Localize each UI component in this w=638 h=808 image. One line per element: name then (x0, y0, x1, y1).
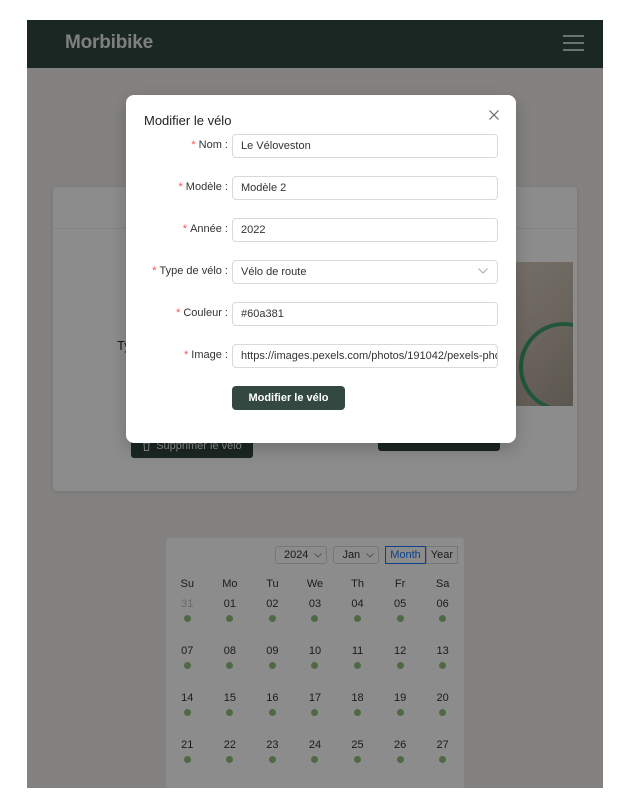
field-row-image: * Image : https://images.pexels.com/photo… (126, 344, 516, 368)
edit-bike-modal: Modifier le vélo * Nom : Le Véloveston * M… (126, 95, 516, 443)
required-asterisk: * (182, 223, 188, 235)
model-input[interactable]: Modèle 2 (232, 176, 498, 200)
name-value: Le Véloveston (241, 140, 311, 152)
field-label-model: * Modèle : (178, 181, 228, 193)
year-input-value: 2022 (241, 224, 266, 236)
required-asterisk: * (191, 139, 196, 151)
image-url-input[interactable]: https://images.pexels.com/photos/191042/… (232, 344, 498, 368)
color-input[interactable]: #60a381 (232, 302, 498, 326)
field-label-year: * Année : (182, 223, 228, 235)
field-label-color: * Couleur : (176, 307, 228, 319)
year-input[interactable]: 2022 (232, 218, 498, 242)
close-icon[interactable] (486, 107, 502, 123)
field-label-text: Modèle (185, 181, 222, 193)
bike-type-select[interactable]: Vélo de route (232, 260, 498, 284)
modal-overlay: Modifier le vélo * Nom : Le Véloveston * M… (0, 0, 638, 808)
edit-bike-submit-button[interactable]: Modifier le vélo (232, 386, 345, 410)
field-row-name: * Nom : Le Véloveston (126, 134, 516, 158)
name-input[interactable]: Le Véloveston (232, 134, 498, 158)
image-url-value: https://images.pexels.com/photos/191042/… (241, 350, 497, 362)
field-label-text: Couleur (183, 307, 222, 319)
field-label-text: Nom (198, 139, 222, 151)
color-value: #60a381 (241, 308, 284, 320)
field-label-text: Type de vélo (159, 265, 222, 277)
required-asterisk: * (152, 265, 157, 277)
field-label-text: Année (190, 223, 222, 235)
modal-title: Modifier le vélo (144, 113, 232, 128)
required-asterisk: * (178, 181, 183, 193)
model-value: Modèle 2 (241, 182, 287, 194)
field-label-bike-type: * Type de vélo : (152, 265, 228, 277)
required-asterisk: * (176, 307, 181, 319)
field-label-text: Image (191, 349, 222, 361)
chevron-down-icon (478, 268, 488, 274)
field-row-year: * Année : 2022 (126, 218, 516, 242)
field-row-color: * Couleur : #60a381 (126, 302, 516, 326)
required-asterisk: * (184, 349, 189, 361)
field-row-bike-type: * Type de vélo : Vélo de route (126, 260, 516, 284)
bike-type-value: Vélo de route (241, 266, 307, 278)
field-label-name: * Nom : (191, 139, 228, 151)
field-label-image: * Image : (184, 349, 228, 361)
field-row-model: * Modèle : Modèle 2 (126, 176, 516, 200)
